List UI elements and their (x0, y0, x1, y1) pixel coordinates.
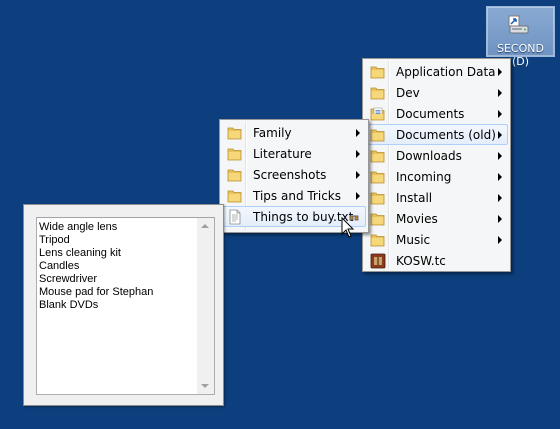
submenu-arrow-icon (356, 129, 360, 137)
main-menu-item-label: Incoming (396, 170, 452, 184)
folder-icon (227, 169, 242, 182)
main-menu-item-label: Documents (old) (396, 128, 496, 142)
preview-line: Mouse pad for Stephan (39, 286, 154, 298)
preview-line: Wide angle lens (39, 221, 118, 233)
main-menu-item-label: Application Data (396, 65, 496, 79)
submenu-arrow-icon (356, 150, 360, 158)
folder-icon (370, 150, 385, 163)
scroll-down-arrow-icon[interactable] (201, 384, 209, 388)
mouse-cursor-icon (341, 217, 355, 238)
documents-folder-icon (370, 107, 385, 121)
tc-file-icon (370, 253, 386, 269)
sub-menu-item-literature[interactable]: Literature (222, 143, 366, 164)
folder-icon (227, 127, 242, 140)
main-menu-item-documents-old[interactable]: Documents (old) (365, 124, 508, 145)
drive-button[interactable]: SECOND (D) (486, 6, 555, 68)
main-menu-item-label: Movies (396, 212, 438, 226)
main-menu-item-documents[interactable]: Documents (365, 103, 508, 124)
main-menu-item-install[interactable]: Install (365, 187, 508, 208)
submenu-arrow-icon (498, 215, 502, 223)
sub-menu-item-family[interactable]: Family (222, 122, 366, 143)
vertical-scrollbar[interactable] (197, 218, 214, 394)
submenu-arrow-icon (498, 131, 502, 139)
main-menu-item-movies[interactable]: Movies (365, 208, 508, 229)
sub-menu-item-tips-and-tricks[interactable]: Tips and Tricks (222, 185, 366, 206)
preview-line: Tripod (39, 234, 70, 246)
submenu-arrow-icon (498, 152, 502, 160)
main-menu-item-application-data[interactable]: Application Data (365, 61, 508, 82)
folder-icon (370, 87, 385, 100)
submenu-arrow-icon (356, 192, 360, 200)
sub-menu-item-screenshots[interactable]: Screenshots (222, 164, 366, 185)
submenu-arrow-icon (498, 68, 502, 76)
preview-line: Lens cleaning kit (39, 247, 121, 259)
submenu-arrow-icon (498, 89, 502, 97)
folder-icon (370, 129, 385, 142)
scroll-up-arrow-icon[interactable] (201, 224, 209, 228)
preview-line: Screwdriver (39, 273, 98, 285)
main-menu-item-label: Dev (396, 86, 420, 100)
sub-menu-item-label: Screenshots (253, 168, 327, 182)
sub-folder-menu: Family Literature Screenshots Tips and Tric… (219, 119, 369, 233)
drive-shortcut-icon (508, 15, 529, 34)
main-menu-item-label: KOSW.tc (396, 254, 446, 268)
main-menu-item-label: Install (396, 191, 433, 205)
main-menu-item-music[interactable]: Music (365, 229, 508, 250)
main-menu-item-incoming[interactable]: Incoming (365, 166, 508, 187)
preview-text: Wide angle lens Tripod Lens cleaning kit Ca… (39, 221, 194, 312)
sub-menu-item-label: Tips and Tricks (253, 189, 342, 203)
sub-menu-item-label: Things to buy.txt (253, 210, 354, 224)
sub-menu-item-label: Literature (253, 147, 312, 161)
file-preview-popup: Wide angle lens Tripod Lens cleaning kit Ca… (23, 204, 224, 406)
folder-icon (227, 148, 242, 161)
main-menu-item-label: Music (396, 233, 431, 247)
submenu-arrow-icon (498, 194, 502, 202)
folder-icon (370, 213, 385, 226)
sub-menu-item-label: Family (253, 126, 292, 140)
preview-line: Blank DVDs (39, 299, 99, 311)
submenu-arrow-icon (498, 110, 502, 118)
submenu-arrow-icon (356, 171, 360, 179)
main-menu-item-label: Documents (396, 107, 465, 121)
folder-icon (370, 171, 385, 184)
text-file-icon (229, 209, 241, 225)
main-menu-item-dev[interactable]: Dev (365, 82, 508, 103)
folder-icon (370, 234, 385, 247)
main-menu-item-downloads[interactable]: Downloads (365, 145, 508, 166)
preview-line: Candles (39, 260, 80, 272)
main-menu-item-label: Downloads (396, 149, 462, 163)
main-menu-item-kosw-tc[interactable]: KOSW.tc (365, 250, 508, 271)
folder-icon (227, 190, 242, 203)
submenu-arrow-icon (498, 236, 502, 244)
main-folder-menu: Application Data Dev Documents Documents (o… (362, 58, 511, 272)
submenu-arrow-icon (498, 173, 502, 181)
folder-icon (370, 66, 385, 79)
folder-icon (370, 192, 385, 205)
preview-textarea[interactable]: Wide angle lens Tripod Lens cleaning kit Ca… (36, 217, 215, 395)
